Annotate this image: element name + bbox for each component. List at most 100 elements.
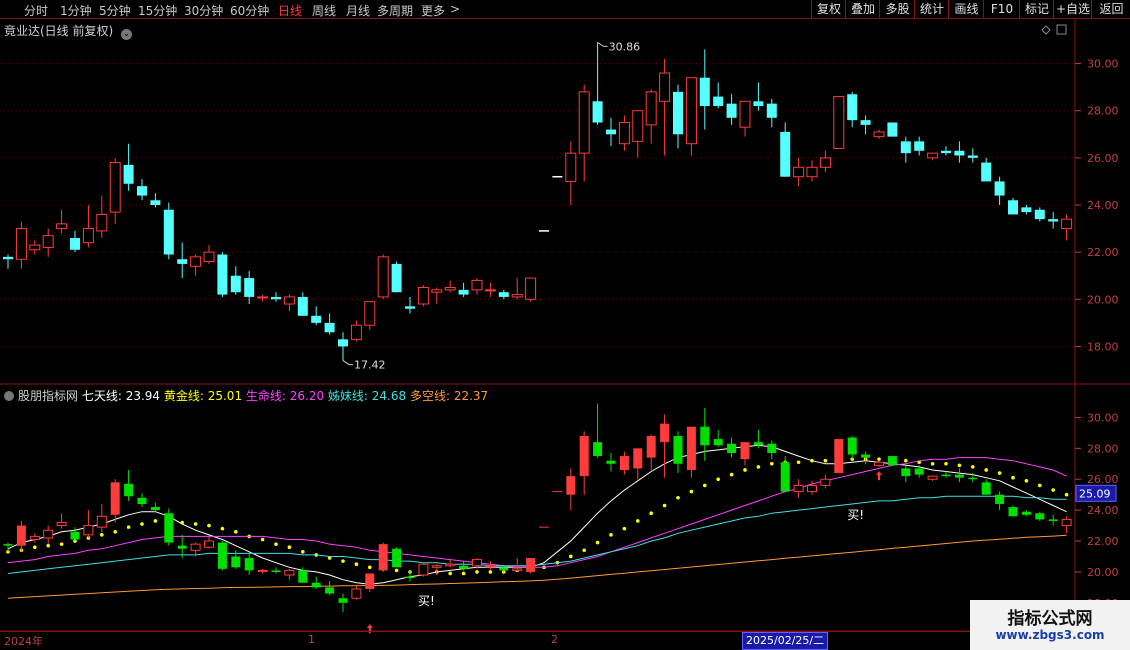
ind-candle-body [177,545,187,549]
ind-candle-body [351,588,362,599]
y-tick-label-ind: 24.00 [1087,504,1119,517]
ind-candle-body [325,587,335,594]
ind-candle-body [110,482,120,515]
y-tick-label-main: 30.00 [1087,58,1119,71]
gold-dot [1024,478,1029,483]
candle-body [900,141,911,154]
gold-dot [274,542,278,546]
candle-body [793,166,805,178]
ind-candle-body [284,569,295,576]
gold-dot [461,571,466,576]
gold-dot [984,468,988,472]
legend-label-1: 黄金线: [163,389,204,403]
ind-candle-body [968,477,978,480]
candle-body [1008,200,1018,215]
current-value-label: 25.09 [1079,487,1111,500]
candle-body [659,72,671,102]
ind-candle-body [431,565,442,568]
ind-candle-body [981,482,991,495]
ind-candle-body [646,435,656,458]
candle-body [377,256,389,298]
gold-dot [756,465,761,469]
main-panel-title: 竟业达(日线 前复权) ⌄ [4,22,133,40]
gold-dot [126,525,131,529]
gold-dot [180,520,184,525]
ind-candle-body [887,456,897,466]
candle-body [109,162,121,213]
ind-candle-body [70,531,80,540]
y-tick-label-ind: 28.00 [1087,442,1119,455]
gold-dot [140,522,144,526]
gold-dot [930,461,935,466]
ind-candle-body [378,544,388,571]
dropdown-icon[interactable] [4,391,14,401]
ind-candle-body [3,544,13,546]
legend-value-2: 26.20 [285,389,328,403]
ind-candle-body [660,423,670,443]
high-marker-line [597,41,608,47]
candle-body [873,131,885,138]
candle-body [632,110,644,142]
ind-candle-body [780,462,790,492]
watermark-title: 指标公式网 [1007,609,1093,629]
ind-candle-body [418,563,429,576]
legend-label-2: 生命线: [245,389,286,403]
gold-dot [649,511,653,516]
candle-body [713,96,724,106]
gold-dot [354,562,359,567]
ind-candle-body [526,558,536,572]
dropdown-icon[interactable]: ⌄ [121,29,133,40]
candle-body [311,315,322,323]
low-label: 17.42 [354,359,386,372]
gold-dot [729,472,734,477]
candle-body [753,101,764,106]
gold-dot [394,568,399,573]
ind-candle-body [137,497,147,504]
candle-body [96,213,108,232]
ind-candle-body [954,474,964,478]
gold-dot [770,461,774,466]
gold-dot [1011,475,1015,480]
candle-body [297,296,308,316]
candle-body [994,181,1005,196]
gold-dot [944,461,948,466]
gold-dot [46,543,50,548]
candle-body [177,259,188,264]
ind-candle-body [459,565,469,569]
candle-body [257,296,269,299]
candle-body [405,306,415,309]
candle-body [1061,218,1073,230]
ind-candle-body [727,443,737,453]
legend-value-3: 24.68 [367,389,410,403]
gold-dot [193,522,198,526]
gold-dot [475,570,479,574]
candle-body [806,166,818,178]
candle-body [271,296,281,300]
ind-candle-body [874,461,884,466]
chart-canvas[interactable]: 30.00 28.00 26.00 24.00 22.00 20.00 18.00 30.86… [0,0,1130,650]
gold-dot [957,463,962,468]
y-tick-label-ind: 20.00 [1087,566,1119,579]
ind-candle-body [579,435,589,477]
gold-dot [676,495,680,500]
ind-candle-body [673,435,683,464]
gold-dot [595,540,600,545]
gold-dot [448,571,453,576]
cursor-date-label: 2025/02/25/二 [742,632,829,650]
gold-dot [662,503,667,508]
watermark-url: www.zbgs3.com [995,628,1105,642]
candle-body [283,296,295,305]
candle-body [954,150,965,156]
x-label-month-2: 2 [551,633,558,646]
y-tick-label-main: 20.00 [1087,293,1119,306]
series-line-4 [7,534,1067,599]
candle-body [324,322,335,333]
candle-body [1048,219,1059,222]
gold-dot [810,458,814,463]
gold-dot [301,550,305,554]
ind-candle-body [164,513,174,543]
gold-dot [153,519,158,523]
y-tick-label-main: 18.00 [1087,340,1119,353]
gold-dot [59,542,64,546]
candle-body [847,94,858,121]
